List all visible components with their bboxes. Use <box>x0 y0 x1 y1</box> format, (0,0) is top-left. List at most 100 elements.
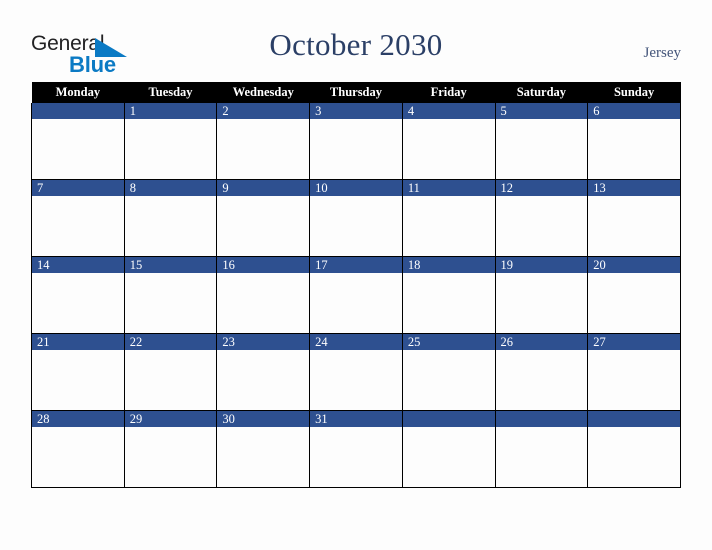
day-cell[interactable] <box>494 410 589 488</box>
day-cell[interactable] <box>31 103 125 180</box>
day-events-area[interactable] <box>310 119 402 179</box>
day-number: 13 <box>588 180 680 196</box>
day-number: 14 <box>32 257 124 273</box>
page-title: October 2030 <box>269 27 443 62</box>
calendar-body: 1 2 3 4 5 6 7 8 9 10 11 12 13 14 15 16 1… <box>31 103 681 488</box>
day-number: 25 <box>402 334 495 350</box>
day-events-area[interactable] <box>495 119 588 179</box>
day-cell[interactable]: 8 <box>123 179 218 257</box>
day-events-area[interactable] <box>495 273 588 333</box>
day-cell[interactable]: 12 <box>494 179 589 257</box>
day-events-area[interactable] <box>32 427 124 487</box>
day-cell[interactable]: 3 <box>309 103 403 180</box>
day-cell[interactable]: 4 <box>401 103 496 180</box>
day-cell[interactable]: 1 <box>123 103 218 180</box>
day-events-area[interactable] <box>588 119 680 179</box>
day-cell[interactable]: 29 <box>123 410 218 488</box>
day-events-area[interactable] <box>310 427 402 487</box>
page-header: General Blue October 2030 Jersey <box>0 0 712 82</box>
day-number: 10 <box>310 180 402 196</box>
day-cell[interactable]: 9 <box>216 179 311 257</box>
day-events-area[interactable] <box>588 196 680 256</box>
day-cell[interactable]: 16 <box>216 256 311 334</box>
day-events-area[interactable] <box>217 119 310 179</box>
day-events-area[interactable] <box>124 273 217 333</box>
day-events-area[interactable] <box>588 427 680 487</box>
day-events-area[interactable] <box>310 350 402 410</box>
day-number <box>495 411 588 427</box>
day-number: 15 <box>124 257 217 273</box>
day-cell[interactable] <box>587 410 681 488</box>
day-events-area[interactable] <box>124 196 217 256</box>
day-cell[interactable]: 15 <box>123 256 218 334</box>
day-events-area[interactable] <box>495 350 588 410</box>
day-events-area[interactable] <box>32 350 124 410</box>
day-cell[interactable]: 13 <box>587 179 681 257</box>
day-number: 31 <box>310 411 402 427</box>
day-events-area[interactable] <box>32 196 124 256</box>
day-cell[interactable]: 20 <box>587 256 681 334</box>
calendar-week-row: 28 29 30 31 <box>31 410 681 488</box>
day-events-area[interactable] <box>588 273 680 333</box>
day-cell[interactable]: 14 <box>31 256 125 334</box>
day-cell[interactable]: 5 <box>494 103 589 180</box>
day-cell[interactable] <box>401 410 496 488</box>
day-events-area[interactable] <box>32 119 124 179</box>
weekday-header-monday: Monday <box>31 82 125 103</box>
day-events-area[interactable] <box>310 196 402 256</box>
day-cell[interactable]: 10 <box>309 179 403 257</box>
day-events-area[interactable] <box>402 196 495 256</box>
day-cell[interactable]: 6 <box>587 103 681 180</box>
calendar-grid: Monday Tuesday Wednesday Thursday Friday… <box>31 82 681 488</box>
day-cell[interactable]: 17 <box>309 256 403 334</box>
weekday-header-wednesday: Wednesday <box>216 82 310 103</box>
day-cell[interactable]: 18 <box>401 256 496 334</box>
day-number: 5 <box>495 103 588 119</box>
day-cell[interactable]: 2 <box>216 103 311 180</box>
day-events-area[interactable] <box>495 196 588 256</box>
day-number: 27 <box>588 334 680 350</box>
day-number: 28 <box>32 411 124 427</box>
day-events-area[interactable] <box>217 427 310 487</box>
day-cell[interactable]: 28 <box>31 410 125 488</box>
day-events-area[interactable] <box>402 119 495 179</box>
day-number: 8 <box>124 180 217 196</box>
day-events-area[interactable] <box>402 427 495 487</box>
day-events-area[interactable] <box>217 196 310 256</box>
day-events-area[interactable] <box>310 273 402 333</box>
day-cell[interactable]: 11 <box>401 179 496 257</box>
day-events-area[interactable] <box>402 350 495 410</box>
weekday-header-tuesday: Tuesday <box>124 82 217 103</box>
weekday-header-saturday: Saturday <box>495 82 588 103</box>
day-number <box>32 103 124 119</box>
day-number: 4 <box>402 103 495 119</box>
day-events-area[interactable] <box>217 350 310 410</box>
day-number: 9 <box>217 180 310 196</box>
day-cell[interactable]: 30 <box>216 410 311 488</box>
day-number: 3 <box>310 103 402 119</box>
weekday-header-sunday: Sunday <box>587 82 681 103</box>
day-number: 26 <box>495 334 588 350</box>
day-number <box>402 411 495 427</box>
day-cell[interactable]: 26 <box>494 333 589 411</box>
day-number: 16 <box>217 257 310 273</box>
weekday-header-friday: Friday <box>402 82 496 103</box>
day-number: 7 <box>32 180 124 196</box>
day-events-area[interactable] <box>588 350 680 410</box>
day-events-area[interactable] <box>124 350 217 410</box>
day-cell[interactable]: 7 <box>31 179 125 257</box>
day-events-area[interactable] <box>402 273 495 333</box>
day-cell[interactable]: 31 <box>309 410 403 488</box>
day-events-area[interactable] <box>124 119 217 179</box>
day-events-area[interactable] <box>495 427 588 487</box>
day-events-area[interactable] <box>32 273 124 333</box>
day-cell[interactable]: 19 <box>494 256 589 334</box>
day-cell[interactable]: 22 <box>123 333 218 411</box>
day-cell[interactable]: 25 <box>401 333 496 411</box>
day-cell[interactable]: 27 <box>587 333 681 411</box>
day-cell[interactable]: 21 <box>31 333 125 411</box>
day-events-area[interactable] <box>124 427 217 487</box>
day-events-area[interactable] <box>217 273 310 333</box>
day-cell[interactable]: 24 <box>309 333 403 411</box>
day-cell[interactable]: 23 <box>216 333 311 411</box>
